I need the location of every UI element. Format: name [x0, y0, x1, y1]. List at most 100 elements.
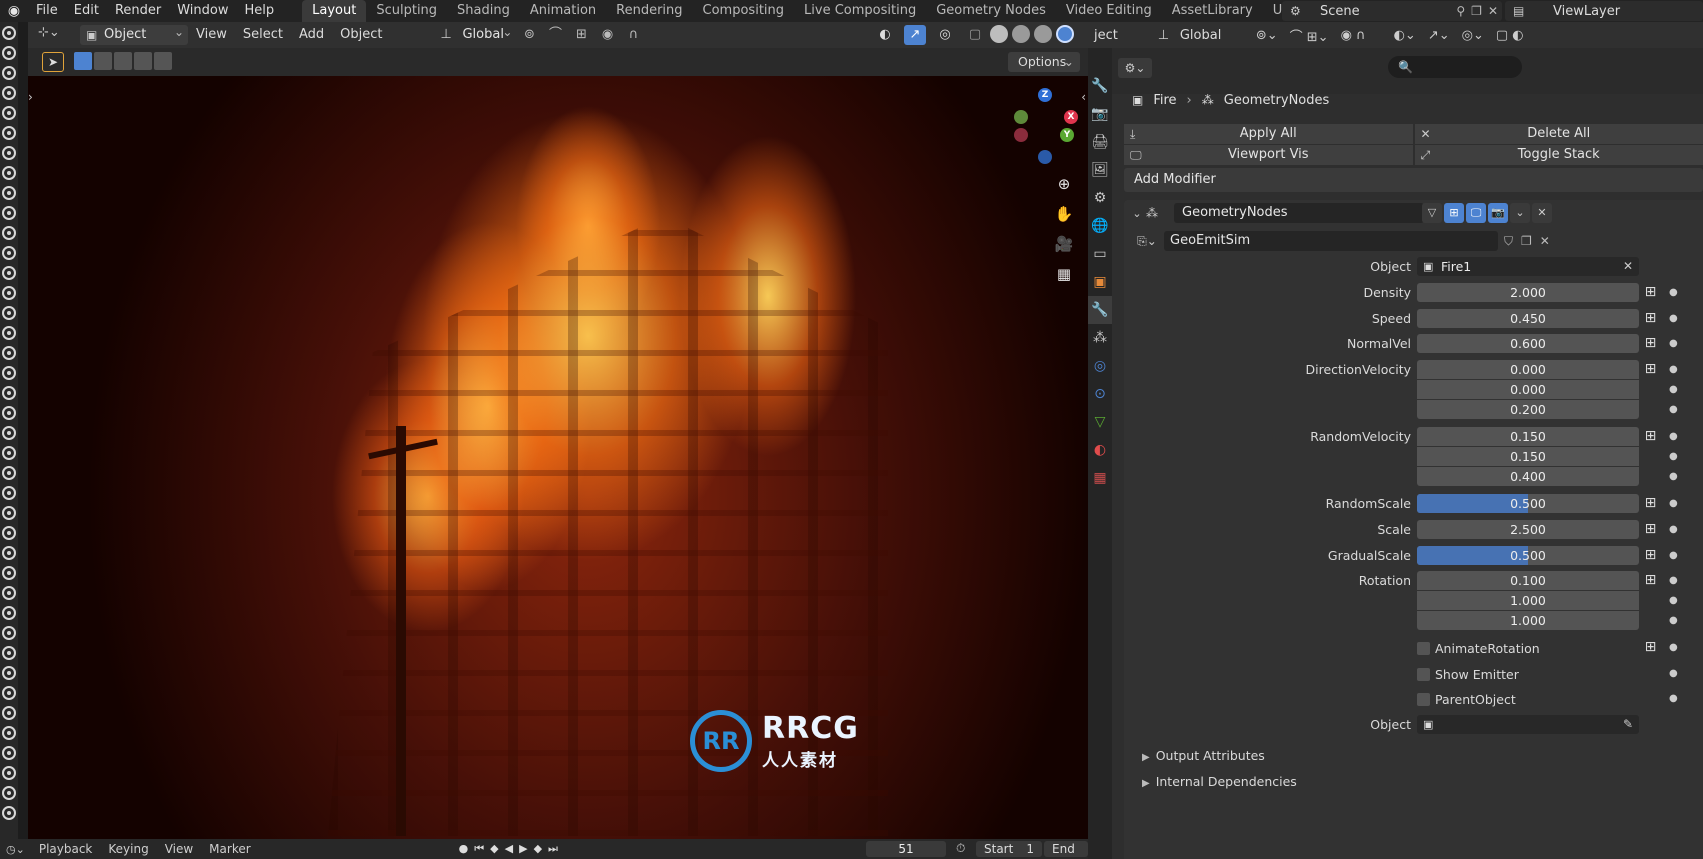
- visibility-eye-icon[interactable]: [2, 786, 16, 800]
- keyframe-dot-icon[interactable]: ●: [1669, 380, 1678, 400]
- tab-shading[interactable]: Shading: [447, 0, 520, 22]
- speed-field[interactable]: 0.450: [1417, 309, 1639, 328]
- timeline-menu-marker[interactable]: Marker: [201, 839, 258, 859]
- collection-tab-icon[interactable]: ▭: [1088, 240, 1112, 268]
- parent-object-checkbox[interactable]: ParentObject: [1417, 689, 1516, 709]
- visibility-eye-icon[interactable]: [2, 206, 16, 220]
- select-tool-icon[interactable]: ➤: [42, 52, 64, 72]
- properties-search-input[interactable]: 🔍: [1388, 56, 1522, 78]
- timeline-menu-keying[interactable]: Keying: [100, 839, 156, 859]
- play-reverse-icon[interactable]: ◀: [505, 842, 513, 856]
- play-icon[interactable]: ▶: [519, 842, 527, 856]
- attribute-toggle-icon[interactable]: ⊞: [1642, 361, 1659, 378]
- render-tab-icon[interactable]: 📷: [1088, 100, 1112, 128]
- prev-keyframe-icon[interactable]: ◆: [490, 842, 498, 856]
- normalvel-field[interactable]: 0.600: [1417, 334, 1639, 353]
- keyframe-dot-icon[interactable]: ●: [1669, 283, 1678, 303]
- particles-tab-icon[interactable]: ⁂: [1088, 324, 1112, 352]
- visibility-eye-icon[interactable]: [2, 246, 16, 260]
- overlay-icon[interactable]: ◎: [934, 25, 956, 45]
- keyframe-dot-icon[interactable]: ●: [1669, 664, 1678, 684]
- gradscale-slider[interactable]: 0.500: [1417, 546, 1639, 565]
- data-tab-icon[interactable]: ▽: [1088, 408, 1112, 436]
- xray-icon[interactable]: ▢: [964, 25, 986, 45]
- menu-edit[interactable]: Edit: [66, 0, 107, 22]
- object-tab-icon[interactable]: ▣: [1088, 268, 1112, 296]
- select-intersect-icon[interactable]: [154, 52, 172, 70]
- visibility-eye-icon[interactable]: [2, 606, 16, 620]
- snap-target-icon[interactable]: ⊞: [570, 25, 592, 45]
- keyframe-dot-icon[interactable]: ●: [1669, 520, 1678, 540]
- select-extend-icon[interactable]: [94, 52, 112, 70]
- rotation-y-field[interactable]: 1.000: [1417, 591, 1639, 610]
- visibility-eye-icon[interactable]: [2, 706, 16, 720]
- visibility-eye-icon[interactable]: [2, 226, 16, 240]
- visibility-eye-icon[interactable]: [2, 126, 16, 140]
- falloff-icon[interactable]: ∩: [622, 25, 644, 45]
- visibility-eye-icon[interactable]: [2, 286, 16, 300]
- timeline-menu-view[interactable]: View: [157, 839, 201, 859]
- output-attributes-subpanel[interactable]: ▶ Output Attributes: [1142, 745, 1265, 767]
- visibility-eye-icon[interactable]: [2, 526, 16, 540]
- menu-file[interactable]: File: [28, 0, 66, 22]
- visibility-eye-icon[interactable]: [2, 266, 16, 280]
- randvel-z-field[interactable]: 0.400: [1417, 467, 1639, 486]
- blender-logo-icon[interactable]: ◉: [0, 0, 28, 22]
- node-tree-icon[interactable]: ⎘⌄: [1132, 231, 1162, 251]
- dirvel-z-field[interactable]: 0.200: [1417, 400, 1639, 419]
- camera-icon[interactable]: 🎥: [1054, 234, 1074, 254]
- proportional-icon[interactable]: ◉ ∩: [1335, 28, 1372, 43]
- close-icon[interactable]: ✕: [1540, 234, 1550, 249]
- visibility-eye-icon[interactable]: [2, 306, 16, 320]
- attribute-toggle-icon[interactable]: ⊞: [1642, 572, 1659, 589]
- keyframe-dot-icon[interactable]: ●: [1669, 400, 1678, 420]
- solid-shading-icon[interactable]: [1012, 25, 1030, 43]
- randvel-y-field[interactable]: 0.150: [1417, 447, 1639, 466]
- constraints-tab-icon[interactable]: ⊙: [1088, 380, 1112, 408]
- visibility-eye-icon[interactable]: [2, 386, 16, 400]
- dirvel-x-field[interactable]: 0.000: [1417, 360, 1639, 379]
- keyframe-dot-icon[interactable]: ●: [1669, 611, 1678, 631]
- internal-dependencies-subpanel[interactable]: ▶ Internal Dependencies: [1142, 771, 1297, 793]
- gizmo-icon[interactable]: ↗⌄: [1422, 28, 1456, 43]
- end-frame-field[interactable]: End: [1044, 841, 1088, 857]
- visibility-eye-icon[interactable]: [2, 346, 16, 360]
- visibility-eye-icon[interactable]: [2, 646, 16, 660]
- duplicate-icon[interactable]: ❐: [1521, 234, 1532, 249]
- pin-icon[interactable]: ⚲: [1456, 4, 1465, 18]
- visibility-eye-icon[interactable]: [2, 446, 16, 460]
- select-invert-icon[interactable]: [134, 52, 152, 70]
- right-orientation-dropdown[interactable]: ⊥ Global: [1154, 28, 1250, 43]
- rotation-z-field[interactable]: 1.000: [1417, 611, 1639, 630]
- close-icon[interactable]: ✕: [1488, 4, 1498, 18]
- tab-live-compositing[interactable]: Live Compositing: [794, 0, 926, 22]
- gizmo-y-axis[interactable]: Y: [1060, 128, 1074, 142]
- visibility-eye-icon[interactable]: [2, 566, 16, 580]
- perspective-grid-icon[interactable]: ▦: [1054, 264, 1074, 284]
- clear-icon[interactable]: ✕: [1623, 257, 1633, 276]
- remove-modifier-icon[interactable]: ✕: [1532, 203, 1552, 223]
- tab-compositing[interactable]: Compositing: [693, 0, 795, 22]
- visibility-eye-icon[interactable]: [2, 686, 16, 700]
- randvel-x-field[interactable]: 0.150: [1417, 427, 1639, 446]
- apply-all-button[interactable]: ⤓ Apply All: [1124, 124, 1413, 144]
- snap-icon[interactable]: ⌒: [544, 25, 566, 45]
- snap-icon[interactable]: ⌒ ⊞⌄: [1284, 26, 1335, 45]
- options-dropdown[interactable]: Options ⌄: [1008, 52, 1080, 72]
- tool-tab-icon[interactable]: 🔧: [1088, 72, 1112, 100]
- attribute-toggle-icon[interactable]: ⊞: [1642, 639, 1659, 656]
- randscale-slider[interactable]: 0.500: [1417, 494, 1639, 513]
- texture-tab-icon[interactable]: ▦: [1088, 464, 1112, 492]
- rendered-shading-icon[interactable]: [1056, 25, 1074, 43]
- object2-field[interactable]: ▣ ✎: [1417, 715, 1639, 734]
- visibility-eye-icon[interactable]: [2, 466, 16, 480]
- scene-selector[interactable]: ⚙ Scene ⚲ ❐ ✕: [1282, 1, 1502, 21]
- gizmo-neg-y-axis[interactable]: [1014, 110, 1028, 124]
- wireframe-shading-icon[interactable]: [990, 25, 1008, 43]
- keyframe-dot-icon[interactable]: ●: [1669, 546, 1678, 566]
- scene-tab-icon[interactable]: ⚙: [1088, 184, 1112, 212]
- tab-geometry-nodes[interactable]: Geometry Nodes: [926, 0, 1056, 22]
- visibility-eye-icon[interactable]: [2, 26, 16, 40]
- show-emitter-checkbox[interactable]: Show Emitter: [1417, 664, 1519, 684]
- tab-rendering[interactable]: Rendering: [606, 0, 692, 22]
